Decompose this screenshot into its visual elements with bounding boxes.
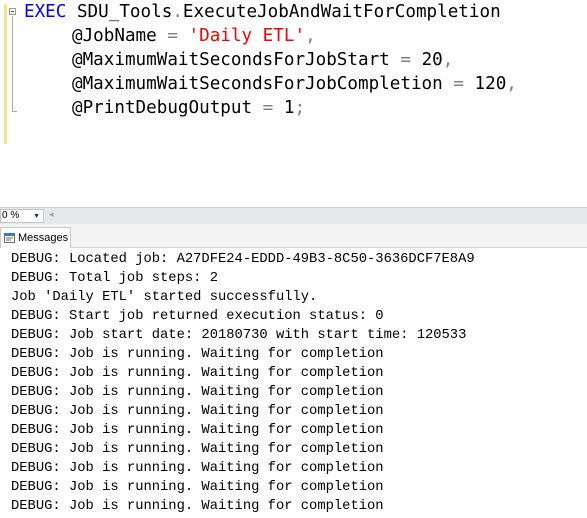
message-line: DEBUG: Job is running. Waiting for compl… [11,423,384,438]
code-line: EXEC SDU_Tools.ExecuteJobAndWaitForCompl… [24,0,501,24]
code-line: @JobName = 'Daily ETL', [72,24,316,48]
code-line: @MaximumWaitSecondsForJobCompletion = 12… [72,72,517,96]
code-token: = [442,74,475,94]
tab-messages-label: Messages [18,232,69,244]
code-token: = [156,26,189,46]
tab-messages[interactable]: Messages [0,227,71,248]
code-token: @MaximumWaitSecondsForJobCompletion [72,74,443,94]
code-token: SDU_Tools [66,2,173,22]
collapse-outline-icon[interactable] [9,8,16,15]
code-token: EXEC [24,2,67,22]
editor-status-strip: 0 % ▼ ◂ [0,207,587,224]
code-token: 1 [283,98,295,118]
code-token: , [305,26,316,46]
code-token: 20 [421,50,443,70]
message-line: DEBUG: Start job returned execution stat… [11,309,384,324]
code-token: = [389,50,422,70]
message-line: Job 'Daily ETL' started successfully. [11,290,318,305]
outline-guide-end [12,111,17,112]
change-tracking-bar [4,4,7,144]
code-token: , [442,50,454,70]
messages-pane[interactable]: DEBUG: Located job: A27DFE24-EDDD-49B3-8… [0,248,587,518]
zoom-value: 0 % [2,210,20,221]
code-token: ExecuteJobAndWaitForCompletion [182,2,501,22]
code-line: @MaximumWaitSecondsForJobStart = 20, [72,48,453,72]
message-line: DEBUG: Job is running. Waiting for compl… [11,442,384,457]
code-token: . [172,2,183,22]
code-token: = [252,98,284,118]
query-editor[interactable]: EXEC SDU_Tools.ExecuteJobAndWaitForCompl… [0,0,587,207]
messages-icon [4,233,15,243]
results-tab-strip: Messages [0,224,587,248]
code-token: @PrintDebugOutput [72,98,253,118]
zoom-dropdown[interactable]: 0 % ▼ [0,209,44,223]
code-line: @PrintDebugOutput = 1; [72,96,305,120]
message-line: DEBUG: Job is running. Waiting for compl… [11,385,384,400]
message-line: DEBUG: Total job steps: 2 [11,271,218,286]
message-line: DEBUG: Job start date: 20180730 with sta… [11,328,467,343]
code-token: @MaximumWaitSecondsForJobStart [72,50,390,70]
message-line: DEBUG: Located job: A27DFE24-EDDD-49B3-8… [11,252,475,267]
code-token: 'Daily ETL' [188,26,306,46]
code-token: @JobName [72,26,157,46]
message-line: DEBUG: Job is running. Waiting for compl… [11,404,384,419]
chevron-down-icon: ▼ [33,213,40,220]
outline-guide [12,16,13,112]
message-line: DEBUG: Job is running. Waiting for compl… [11,347,384,362]
message-line: DEBUG: Job is running. Waiting for compl… [11,366,384,381]
message-line: DEBUG: Job is running. Waiting for compl… [11,461,384,476]
code-token: ; [294,98,306,118]
scroll-left-icon[interactable]: ◂ [49,210,54,220]
message-line: DEBUG: Job is running. Waiting for compl… [11,480,384,495]
code-token: 120 [474,74,507,94]
code-token: , [506,74,517,94]
message-line: DEBUG: Job is running. Waiting for compl… [11,499,384,514]
